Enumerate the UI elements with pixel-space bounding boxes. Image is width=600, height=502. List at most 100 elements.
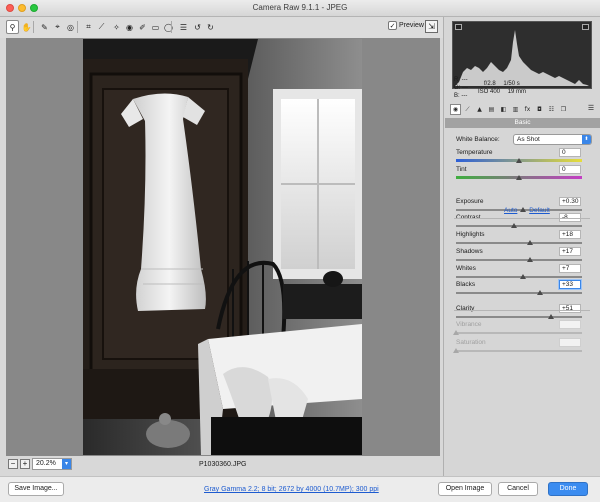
shadow-clipping-warning-icon[interactable]: [455, 24, 462, 30]
preferences-icon[interactable]: ☰: [177, 20, 190, 34]
open-image-button[interactable]: Open Image: [438, 482, 492, 496]
workflow-options-link[interactable]: Gray Gamma 2.2; 8 bit; 2672 by 4000 (10.…: [204, 486, 379, 493]
save-image-button[interactable]: Save Image...: [8, 482, 64, 496]
contrast-track[interactable]: [456, 225, 582, 227]
red-value: ---: [461, 77, 468, 83]
vibrance-slider[interactable]: Vibrance: [453, 320, 582, 338]
panel-menu-icon[interactable]: ☰: [586, 104, 596, 115]
whites-track[interactable]: [456, 276, 582, 278]
saturation-track[interactable]: [456, 350, 582, 352]
white-balance-icon[interactable]: ✎: [38, 20, 51, 34]
preview-toggle[interactable]: ✓ Preview: [388, 21, 424, 30]
clarity-track[interactable]: [456, 316, 582, 318]
lens-tab-icon[interactable]: ▥: [510, 104, 521, 115]
vibrance-value-field[interactable]: [559, 320, 581, 329]
chevron-down-icon: ⬍: [582, 135, 591, 144]
whites-value-field[interactable]: +7: [559, 264, 581, 273]
zoom-out-button[interactable]: −: [8, 459, 18, 469]
blacks-track[interactable]: [456, 292, 582, 294]
vibrance-track[interactable]: [456, 332, 582, 334]
split-toning-tab-icon[interactable]: ◧: [498, 104, 509, 115]
hsl-tab-icon[interactable]: ▤: [486, 104, 497, 115]
contrast-thumb[interactable]: [510, 223, 517, 228]
preview-checkbox[interactable]: ✓: [388, 21, 397, 30]
red-eye-icon[interactable]: ◉: [123, 20, 136, 34]
spot-removal-icon[interactable]: ✧: [110, 20, 123, 34]
adjustment-brush-icon[interactable]: ✐: [136, 20, 149, 34]
fullscreen-toggle-button[interactable]: ⇲: [425, 20, 438, 33]
tint-slider[interactable]: Tint 0: [456, 165, 582, 183]
shadows-value-field[interactable]: +17: [559, 247, 581, 256]
radial-filter-icon[interactable]: ◯: [162, 20, 175, 34]
default-link[interactable]: Default: [529, 207, 550, 214]
highlights-track[interactable]: [456, 242, 582, 244]
auto-link[interactable]: Auto: [504, 207, 517, 214]
zoom-level-select[interactable]: 20.2% ▾: [32, 458, 72, 470]
shadows-track[interactable]: [456, 259, 582, 261]
photo-preview[interactable]: [83, 39, 362, 455]
zoom-in-button[interactable]: +: [20, 459, 30, 469]
white-balance-label: White Balance:: [456, 136, 500, 143]
rotate-cw-icon[interactable]: ↻: [204, 20, 217, 34]
blacks-value-field[interactable]: +33: [559, 280, 581, 289]
tint-label: Tint: [456, 166, 467, 173]
window-title: Camera Raw 9.1.1 - JPEG: [252, 3, 348, 12]
auto-default-row: Auto Default: [504, 207, 560, 214]
saturation-thumb[interactable]: [453, 348, 459, 353]
adjustment-panel: R: --- G: --- B: --- f/2.8 1/50 s ISO 40…: [443, 17, 600, 476]
hand-icon[interactable]: ✋: [20, 20, 33, 34]
green-value: ---: [462, 85, 469, 91]
zoom-icon[interactable]: ⚲: [6, 20, 19, 34]
blue-value: ---: [461, 93, 468, 99]
tint-value-field[interactable]: 0: [559, 165, 581, 174]
graduated-filter-icon[interactable]: ▭: [149, 20, 162, 34]
targeted-adjust-icon[interactable]: ◎: [64, 20, 77, 34]
blacks-label: Blacks: [456, 281, 476, 288]
shadows-label: Shadows: [456, 248, 483, 255]
crop-icon[interactable]: ⌗: [82, 20, 95, 34]
tone-curve-tab-icon[interactable]: ⟋: [462, 104, 473, 115]
white-balance-select[interactable]: As Shot ⬍: [513, 134, 592, 145]
whites-thumb[interactable]: [520, 274, 527, 279]
highlight-clipping-warning-icon[interactable]: [582, 24, 589, 30]
clarity-value-field[interactable]: +51: [559, 304, 581, 313]
rotate-ccw-icon[interactable]: ↺: [191, 20, 204, 34]
straighten-icon[interactable]: ⟋: [95, 20, 108, 34]
color-sampler-icon[interactable]: ⌖: [51, 20, 64, 34]
temperature-value-field[interactable]: 0: [559, 148, 581, 157]
presets-tab-icon[interactable]: ☷: [546, 104, 557, 115]
toolbar-separator: [77, 21, 78, 33]
shadows-thumb[interactable]: [526, 257, 533, 262]
photo-image: [83, 39, 362, 455]
saturation-value-field[interactable]: [559, 338, 581, 347]
preview-label: Preview: [399, 22, 424, 29]
clarity-thumb[interactable]: [548, 314, 555, 319]
done-button[interactable]: Done: [548, 482, 588, 496]
image-filename: P1030360.JPG: [199, 461, 247, 468]
chevron-down-icon: ▾: [62, 459, 71, 469]
iso-value: ISO 400: [478, 89, 501, 95]
focal-length-value: 19 mm: [507, 89, 527, 95]
fx-tab-icon[interactable]: fx: [522, 104, 533, 115]
highlights-slider[interactable]: Highlights +18: [456, 230, 582, 248]
blacks-slider[interactable]: Blacks +33: [456, 280, 582, 298]
contrast-slider[interactable]: Contrast-8: [456, 213, 582, 231]
basic-tab-icon[interactable]: ◉: [450, 104, 461, 115]
shadows-slider[interactable]: Shadows +17: [456, 247, 582, 265]
tint-thumb[interactable]: [516, 175, 522, 180]
temperature-thumb[interactable]: [516, 158, 522, 163]
cancel-button[interactable]: Cancel: [498, 482, 538, 496]
exposure-value-field[interactable]: +0.30: [559, 197, 581, 206]
snapshots-tab-icon[interactable]: ❐: [558, 104, 569, 115]
highlights-label: Highlights: [456, 231, 485, 238]
blacks-thumb[interactable]: [536, 290, 543, 295]
highlights-value-field[interactable]: +18: [559, 230, 581, 239]
whites-label: Whites: [456, 265, 476, 272]
vibrance-thumb[interactable]: [453, 330, 459, 335]
temperature-slider[interactable]: Temperature 0: [456, 148, 582, 166]
saturation-label: Saturation: [456, 339, 486, 346]
detail-tab-icon[interactable]: ▲: [474, 104, 485, 115]
saturation-slider[interactable]: Saturation: [453, 338, 582, 356]
camera-calibration-tab-icon[interactable]: ◘: [534, 104, 545, 115]
highlights-thumb[interactable]: [527, 240, 534, 245]
